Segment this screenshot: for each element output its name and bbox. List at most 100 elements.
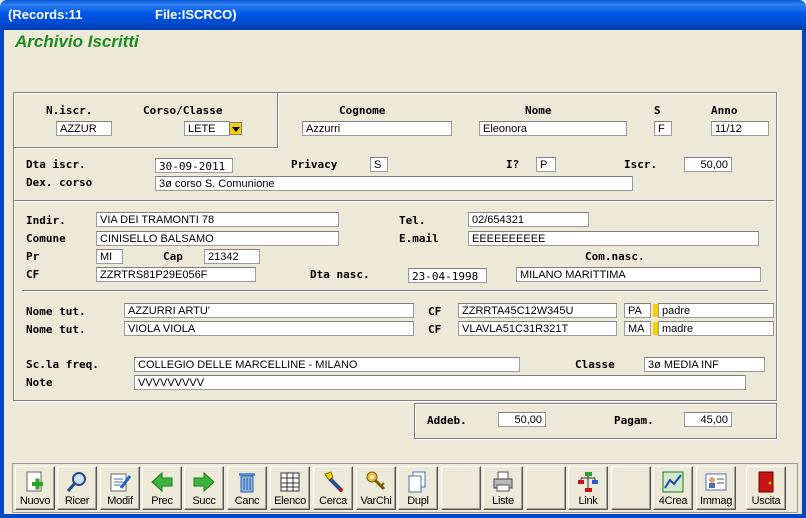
indir-label: Indir. <box>26 214 66 227</box>
pr-field[interactable]: MI <box>96 249 123 264</box>
edit-document-icon <box>110 473 132 492</box>
cerca-button[interactable]: Cerca <box>313 466 353 510</box>
dta-iscr-label: Dta iscr. <box>26 158 86 171</box>
prec-label: Prec <box>151 495 173 507</box>
modif-button[interactable]: Modif <box>100 466 140 510</box>
nometut2-label: Nome tut. <box>26 323 86 336</box>
varchi-label: VarChi <box>360 495 392 507</box>
classe-field[interactable]: 3ø MEDIA INF <box>644 357 765 372</box>
pagam-label: Pagam. <box>614 414 654 427</box>
cap-label: Cap <box>163 250 183 263</box>
immag-label: Immag <box>699 495 733 507</box>
comune-field[interactable]: CINISELLO BALSAMO <box>96 231 339 246</box>
tutor1-cf-field[interactable]: ZZRRTA45C12W345U <box>458 303 617 318</box>
niscr-field[interactable]: AZZUR <box>56 121 112 136</box>
dupl-button[interactable]: Dupl <box>398 466 438 510</box>
scla-field[interactable]: COLLEGIO DELLE MARCELLINE - MILANO <box>134 357 520 372</box>
records-count: (Records:11 <box>8 7 83 22</box>
dupl-label: Dupl <box>407 495 429 507</box>
new-document-icon <box>26 471 43 492</box>
empty-button-3[interactable] <box>611 466 651 510</box>
note-field[interactable]: VVVVVVVVV <box>134 375 746 390</box>
comnasc-field[interactable]: MILANO MARITTIMA <box>516 267 761 282</box>
crea-button[interactable]: 4Crea <box>653 466 693 510</box>
iscr-field[interactable]: 50,00 <box>684 157 732 172</box>
nome-field[interactable]: Eleonora <box>479 121 627 136</box>
chevron-down-icon[interactable] <box>229 122 242 135</box>
canc-button[interactable]: Canc <box>227 466 267 510</box>
anno-label: Anno <box>711 104 738 117</box>
dex-corso-label: Dex. corso <box>26 176 93 189</box>
window-border-left <box>0 30 4 518</box>
sesso-label: S <box>654 104 661 117</box>
classe-label: Classe <box>575 358 615 371</box>
iscr-label: Iscr. <box>624 158 658 171</box>
nuovo-button[interactable]: Nuovo <box>15 466 55 510</box>
immag-button[interactable]: Immag <box>696 466 736 510</box>
arrow-left-icon <box>151 471 173 493</box>
chart-create-icon <box>662 471 684 493</box>
ricer-label: Ricer <box>64 495 90 507</box>
pagam-field[interactable]: 45,00 <box>684 412 732 427</box>
app-title: Archivio Iscritti <box>15 32 139 51</box>
privacy-label: Privacy <box>291 158 338 171</box>
succ-button[interactable]: Succ <box>184 466 224 510</box>
addeb-label: Addeb. <box>427 414 467 427</box>
tel-label: Tel. <box>399 214 426 227</box>
corso-field[interactable]: LETE <box>184 121 230 136</box>
table-grid-icon <box>280 472 300 492</box>
tutor2-cf-field[interactable]: VLAVLA51C31R321T <box>458 321 617 336</box>
keys-icon <box>366 471 386 491</box>
i-field[interactable]: P <box>536 157 556 172</box>
empty-button-1[interactable] <box>441 466 481 510</box>
tutor1-pr-field[interactable]: PA <box>624 303 651 318</box>
note-label: Note <box>26 376 53 389</box>
modif-label: Modif <box>107 495 133 507</box>
tutor1-name-field[interactable]: AZZURRI ARTU' <box>124 303 414 318</box>
window-border-bottom <box>0 514 806 518</box>
addeb-field[interactable]: 50,00 <box>498 412 546 427</box>
cognome-label: Cognome <box>339 104 386 117</box>
tutor2-relation-field[interactable]: madre <box>658 321 774 336</box>
duplicate-icon <box>408 471 426 493</box>
course-frame <box>13 92 278 148</box>
cf-label: CF <box>26 268 40 281</box>
window-border-right <box>802 30 806 518</box>
privacy-field[interactable]: S <box>370 157 388 172</box>
varchi-button[interactable]: VarChi <box>356 466 396 510</box>
anno-field[interactable]: 11/12 <box>711 121 769 136</box>
elenco-label: Elenco <box>274 495 306 507</box>
section-divider-1 <box>14 200 774 202</box>
id-card-icon <box>705 473 727 491</box>
i-label: I? <box>506 158 520 171</box>
prec-button[interactable]: Prec <box>142 466 182 510</box>
tutor2-pr-field[interactable]: MA <box>624 321 651 336</box>
uscita-button[interactable]: Uscita <box>746 466 786 510</box>
empty-button-2[interactable] <box>526 466 566 510</box>
dex-corso-field[interactable]: 3ø corso S. Comunione <box>155 176 633 191</box>
cf-field[interactable]: ZZRTRS81P29E056F <box>96 267 256 282</box>
email-field[interactable]: EEEEEEEEEE <box>468 231 759 246</box>
tel-field[interactable]: 02/654321 <box>468 212 589 227</box>
dta-iscr-field[interactable]: 30-09-2011 <box>155 158 233 173</box>
tutor1-relation-field[interactable]: padre <box>658 303 774 318</box>
indir-field[interactable]: VIA DEI TRAMONTI 78 <box>96 212 339 227</box>
nuovo-label: Nuovo <box>19 495 51 507</box>
section-divider-2 <box>22 290 768 292</box>
file-name: File:ISCRCO) <box>155 7 237 22</box>
flashlight-icon <box>324 471 343 492</box>
arrow-right-icon <box>193 471 215 493</box>
link-button[interactable]: Link <box>568 466 608 510</box>
ricer-button[interactable]: Ricer <box>57 466 97 510</box>
elenco-button[interactable]: Elenco <box>270 466 310 510</box>
liste-button[interactable]: Liste <box>483 466 523 510</box>
trash-icon <box>239 473 255 493</box>
cognome-field[interactable]: Azzurri <box>302 121 452 136</box>
cap-field[interactable]: 21342 <box>204 249 260 264</box>
dtanasc-field[interactable]: 23-04-1998 <box>408 268 487 283</box>
cf-tut2-label: CF <box>428 323 442 336</box>
link-label: Link <box>578 495 598 507</box>
sesso-field[interactable]: F <box>654 121 672 136</box>
tutor2-name-field[interactable]: VIOLA VIOLA <box>124 321 414 336</box>
uscita-label: Uscita <box>751 495 781 507</box>
